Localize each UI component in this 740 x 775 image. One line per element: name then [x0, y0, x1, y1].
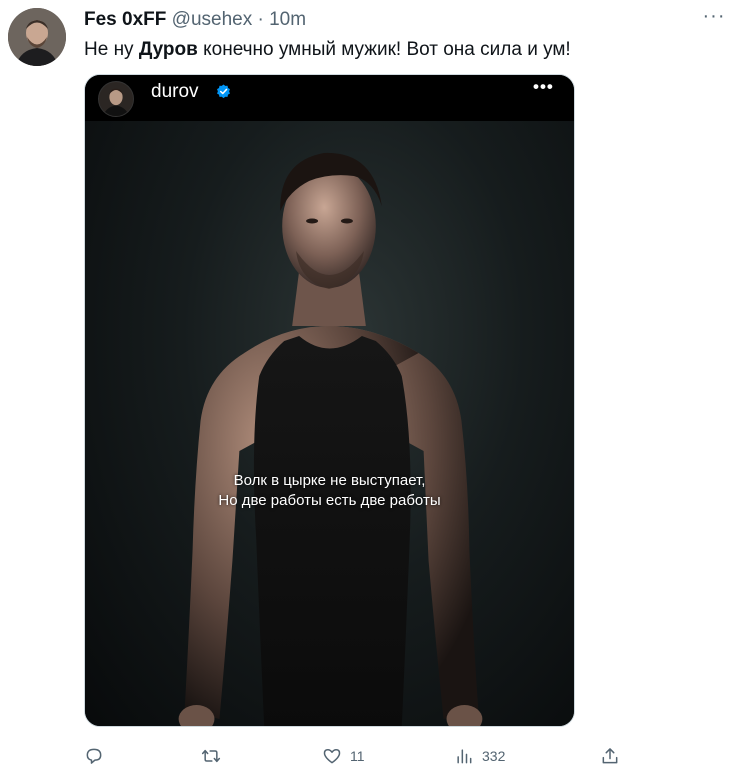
retweet-icon	[201, 749, 221, 763]
like-button[interactable]: 11	[322, 742, 365, 770]
author-avatar[interactable]	[8, 8, 66, 66]
views-button[interactable]: 332	[454, 742, 505, 770]
caption-line-2: Но две работы есть две работы	[218, 492, 441, 509]
like-count: 11	[350, 748, 365, 764]
tweet-header: Fes 0xFF @usehex · 10m	[84, 8, 306, 32]
verified-badge-icon	[217, 84, 230, 99]
views-count: 332	[482, 748, 506, 764]
embedded-username: durov	[151, 81, 199, 102]
tweet-media[interactable]: durov ••• Волк в цырке не выступает, Но …	[84, 74, 575, 727]
caption-line-1: Волк в цырке не выступает,	[233, 472, 426, 489]
tweet-timestamp[interactable]: 10m	[269, 9, 306, 30]
tweet-text-bold: Дуров	[138, 39, 198, 60]
embedded-avatar	[98, 81, 134, 117]
author-handle[interactable]: @usehex	[172, 9, 253, 30]
header-separator: ·	[257, 9, 264, 30]
reply-icon	[86, 748, 102, 764]
author-name[interactable]: Fes 0xFF	[84, 9, 166, 30]
share-button[interactable]	[600, 742, 620, 770]
embedded-more-icon: •••	[533, 77, 554, 96]
share-icon	[602, 748, 618, 764]
reply-button[interactable]	[84, 742, 112, 770]
tweet-text: Не ну Дуров конечно умный мужик! Вот она…	[84, 37, 571, 63]
retweet-button[interactable]	[201, 742, 229, 770]
views-chart-icon	[457, 749, 472, 764]
tweet-actions: 11 332	[84, 742, 644, 770]
tweet-text-prefix: Не ну	[84, 39, 139, 60]
tweet-text-suffix: конечно умный мужик! Вот она сила и ум!	[197, 39, 571, 60]
embedded-post-header: durov •••	[85, 75, 574, 121]
embedded-photo: Волк в цырке не выступает, Но две работы…	[85, 121, 574, 726]
photo-caption: Волк в цырке не выступает, Но две работы…	[85, 471, 574, 511]
person-photo-illustration	[178, 152, 483, 726]
more-options-icon[interactable]: ···	[696, 6, 732, 30]
heart-icon	[323, 749, 341, 764]
